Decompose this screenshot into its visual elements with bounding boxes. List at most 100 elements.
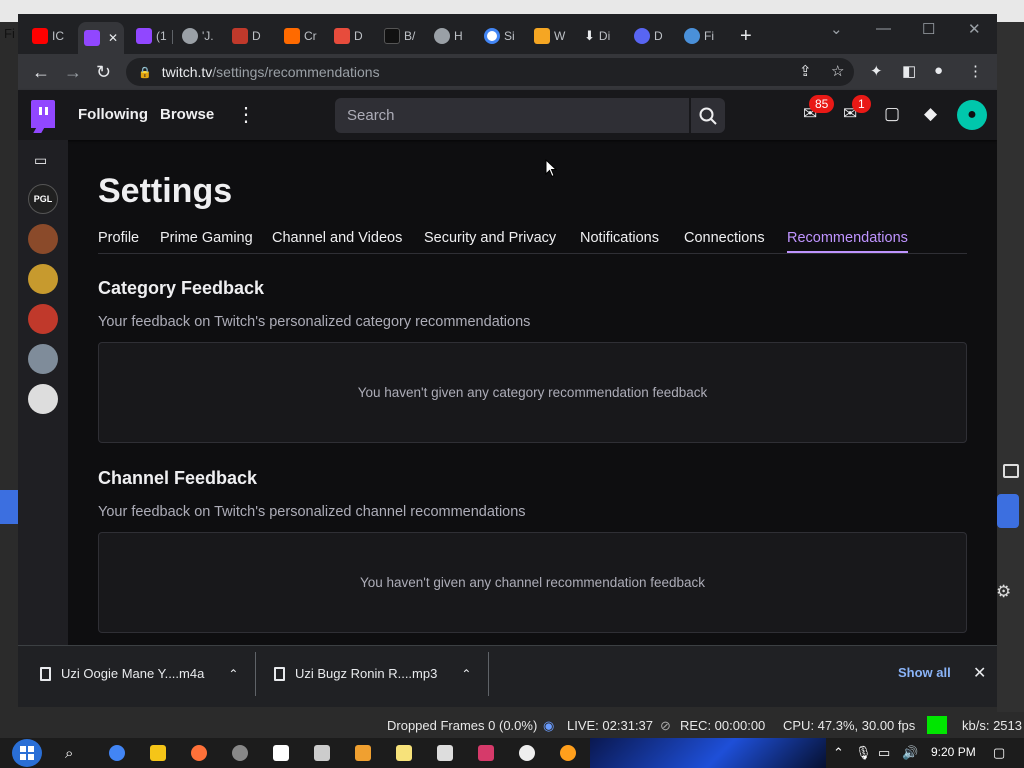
star-icon[interactable]: ☆ <box>831 62 844 80</box>
tab-connections[interactable]: Connections <box>684 230 765 246</box>
following-link[interactable]: Following <box>78 106 148 123</box>
downloads-bar: Uzi Oogie Mane Y....m4a ⌃ Uzi Bugz Ronin… <box>18 645 997 707</box>
search-button[interactable] <box>691 98 725 133</box>
browser-tab[interactable]: IC <box>32 24 64 48</box>
sidebar-channel[interactable] <box>28 264 58 294</box>
browser-tab[interactable]: D <box>334 24 363 48</box>
browser-tab[interactable]: 'J. <box>182 24 214 48</box>
user-avatar[interactable]: ● <box>957 100 987 130</box>
network-icon[interactable]: ▭ <box>878 745 890 761</box>
browser-tab[interactable]: Cr <box>284 24 317 48</box>
tab-channel-and-videos[interactable]: Channel and Videos <box>272 230 402 246</box>
sidebar-channel[interactable] <box>28 224 58 254</box>
chevron-up-icon[interactable]: ⌃ <box>228 667 238 681</box>
browser-tab[interactable]: (1 <box>136 24 167 48</box>
file-icon <box>40 666 51 681</box>
tab-notifications[interactable]: Notifications <box>580 230 659 246</box>
browser-tab[interactable]: Si <box>484 24 515 48</box>
site-icon <box>384 28 400 44</box>
microphone-icon[interactable]: 🎙 <box>855 745 872 761</box>
browser-tab[interactable]: Fi <box>684 24 714 48</box>
media-player-icon[interactable] <box>519 745 535 761</box>
browse-link[interactable]: Browse <box>160 106 214 123</box>
forward-icon[interactable]: → <box>64 62 82 82</box>
close-icon[interactable]: ✕ <box>108 31 118 45</box>
bits-icon[interactable]: ◆ <box>924 104 937 124</box>
address-bar[interactable]: 🔒 twitch.tv/settings/recommendations <box>126 58 854 86</box>
menu-kebab-icon[interactable]: ⋮ <box>968 62 983 80</box>
volume-icon[interactable]: 🔊 <box>902 745 918 761</box>
show-all-button[interactable]: Show all <box>898 665 951 680</box>
tab-recommendations[interactable]: Recommendations <box>787 230 908 253</box>
browser-tab[interactable]: B/ <box>384 24 415 48</box>
download-item[interactable]: Uzi Oogie Mane Y....m4a ⌃ <box>40 666 238 681</box>
chevron-up-icon[interactable]: ⌃ <box>833 745 844 761</box>
globe-icon <box>434 28 450 44</box>
broadcast-icon: ◉ <box>543 718 555 733</box>
gear-icon[interactable]: ⚙ <box>996 582 1011 602</box>
windows-start-icon[interactable] <box>12 739 42 767</box>
terminal-icon[interactable] <box>314 745 330 761</box>
site-icon <box>534 28 550 44</box>
browser-tab-active[interactable]: ✕ <box>78 22 125 54</box>
share-icon[interactable]: ⇪ <box>799 62 812 80</box>
tab-prime-gaming[interactable]: Prime Gaming <box>160 230 253 246</box>
maximize-icon[interactable]: ☐ <box>922 20 935 38</box>
obs-icon[interactable] <box>232 745 248 761</box>
whispers-icon[interactable]: ▢ <box>884 104 900 124</box>
tab-security-and-privacy[interactable]: Security and Privacy <box>424 230 556 246</box>
obs-dock-icon[interactable] <box>1003 464 1019 478</box>
tab-profile[interactable]: Profile <box>98 230 139 246</box>
tab-label: D <box>354 29 363 43</box>
category-feedback-title: Category Feedback <box>98 278 265 298</box>
notification-icon[interactable]: ▢ <box>993 745 1005 761</box>
extensions-icon[interactable]: ✦ <box>870 62 883 80</box>
page-title: Settings <box>98 172 233 210</box>
obs-control-button[interactable] <box>997 494 1019 528</box>
sidebar-channel[interactable] <box>28 304 58 334</box>
app-icon[interactable] <box>478 745 494 761</box>
7zip-icon[interactable] <box>437 745 453 761</box>
twitch-top-nav: Following Browse ⋮ Search ✉ 85 ✉ 1 ▢ ◆ ● <box>18 90 997 140</box>
search-icon[interactable]: ⌕ <box>65 745 73 762</box>
download-item[interactable]: Uzi Bugz Ronin R....mp3 ⌃ <box>274 666 471 681</box>
browser-tab[interactable]: ⬇ Di <box>584 24 610 48</box>
close-window-icon[interactable]: ✕ <box>968 20 981 38</box>
side-panel-icon[interactable]: ◧ <box>902 62 916 80</box>
category-feedback-desc: Your feedback on Twitch's personalized c… <box>98 314 531 330</box>
minimize-icon[interactable]: — <box>876 20 891 37</box>
browser-tab[interactable]: H <box>434 24 463 48</box>
inbox-badge: 85 <box>809 95 835 113</box>
close-icon[interactable]: ✕ <box>973 663 986 683</box>
sidebar-channel[interactable] <box>28 384 58 414</box>
chrome-icon[interactable] <box>109 745 125 761</box>
search-input[interactable]: Search <box>335 98 689 133</box>
lock-icon[interactable]: 🔒 <box>138 66 152 79</box>
more-icon[interactable]: ⋮ <box>236 102 256 127</box>
browser-tab[interactable]: D <box>232 24 261 48</box>
sidebar-channel[interactable]: PGL <box>28 184 58 214</box>
obs-right-panel <box>997 22 1024 712</box>
rec-icon: ⊘ <box>660 718 671 733</box>
sidebar-channel[interactable] <box>28 344 58 374</box>
twitch-logo-icon[interactable] <box>31 100 55 128</box>
chevron-up-icon[interactable]: ⌃ <box>461 667 471 681</box>
download-separator <box>488 652 489 696</box>
app-icon[interactable] <box>560 745 576 761</box>
clock[interactable]: 9:20 PM <box>931 745 976 759</box>
browser-tab[interactable]: W <box>534 24 565 48</box>
browser-tab[interactable]: D <box>634 24 663 48</box>
back-icon[interactable]: ← <box>32 62 50 82</box>
new-tab-button[interactable]: + <box>740 24 752 48</box>
file-explorer-icon[interactable] <box>150 745 166 761</box>
obs-scene-selected[interactable] <box>0 490 18 524</box>
app-icon[interactable] <box>355 745 371 761</box>
tab-search-icon[interactable]: ⌄ <box>830 20 843 38</box>
firefox-icon[interactable] <box>191 745 207 761</box>
profile-icon[interactable]: ● <box>934 62 943 79</box>
tab-label: Si <box>504 29 515 43</box>
notepad-icon[interactable] <box>396 745 412 761</box>
video-camera-icon[interactable]: ▭ <box>34 152 47 169</box>
app-icon[interactable] <box>273 745 289 761</box>
reload-icon[interactable]: ↻ <box>96 62 111 82</box>
